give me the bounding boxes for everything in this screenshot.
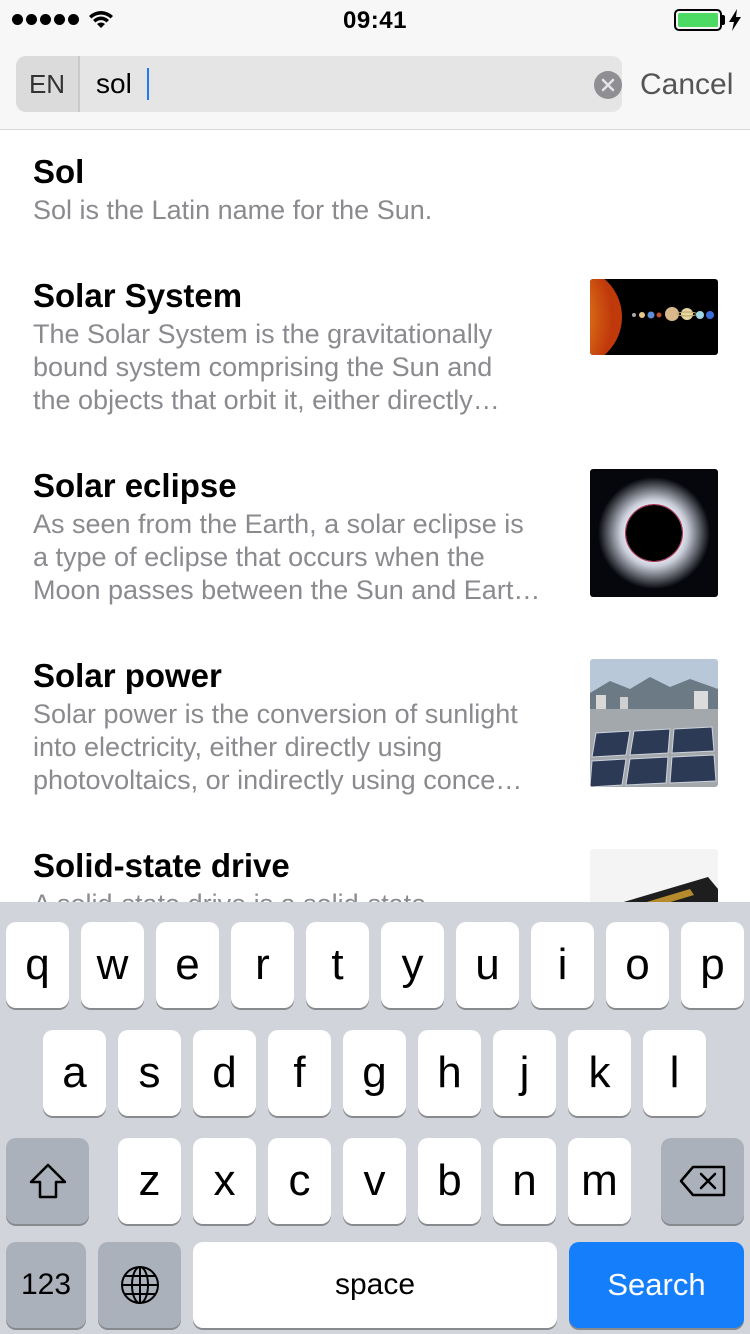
charging-icon [729,9,741,31]
result-item-solar-power[interactable]: Solar power Solar power is the conversio… [0,636,750,826]
key-n[interactable]: n [493,1138,556,1224]
result-description: The Solar System is the gravitationally … [33,319,500,415]
shift-icon [29,1163,66,1199]
result-description: Solar power is the conversion of sunligh… [33,699,523,795]
key-c[interactable]: c [268,1138,331,1224]
solar-panels-thumbnail [590,659,718,787]
results-list: Sol Sol is the Latin name for the Sun. S… [0,131,750,902]
key-h[interactable]: h [418,1030,481,1116]
key-a[interactable]: a [43,1030,106,1116]
key-o[interactable]: o [606,922,669,1008]
key-d[interactable]: d [193,1030,256,1116]
result-description: Sol is the Latin name for the Sun. [33,195,433,225]
key-w[interactable]: w [81,922,144,1008]
result-description: As seen from the Earth, a solar eclipse … [33,509,541,605]
backspace-icon [679,1165,725,1197]
cancel-button[interactable]: Cancel [640,68,733,102]
key-y[interactable]: y [381,922,444,1008]
key-z[interactable]: z [118,1138,181,1224]
key-k[interactable]: k [568,1030,631,1116]
search-field[interactable]: EN [16,56,622,112]
result-item-sol[interactable]: Sol Sol is the Latin name for the Sun. [0,131,750,256]
key-m[interactable]: m [568,1138,631,1224]
key-v[interactable]: v [343,1138,406,1224]
search-header: EN Cancel [0,40,750,130]
result-item-solar-system[interactable]: Solar System The Solar System is the gra… [0,256,750,446]
status-bar: 09:41 [0,0,750,40]
result-title: Solid-state drive [33,847,290,884]
result-item-solar-eclipse[interactable]: Solar eclipse As seen from the Earth, a … [0,446,750,636]
space-key[interactable]: space [193,1242,557,1328]
key-j[interactable]: j [493,1030,556,1116]
ssd-thumbnail [590,849,718,902]
status-time: 09:41 [343,7,407,34]
search-key[interactable]: Search [569,1242,744,1328]
globe-key[interactable] [98,1242,181,1328]
result-title: Solar System [33,277,243,314]
result-item-solid-state-drive[interactable]: Solid-state drive A solid-state drive is… [0,826,750,902]
key-l[interactable]: l [643,1030,706,1116]
globe-icon [120,1266,159,1304]
key-b[interactable]: b [418,1138,481,1224]
search-input[interactable] [96,56,576,112]
result-title: Sol [33,153,85,190]
key-r[interactable]: r [231,922,294,1008]
clear-icon[interactable] [594,71,622,99]
solar-eclipse-thumbnail [590,469,718,597]
key-x[interactable]: x [193,1138,256,1224]
backspace-key[interactable] [661,1138,744,1224]
result-title: Solar eclipse [33,467,237,504]
key-g[interactable]: g [343,1030,406,1116]
key-s[interactable]: s [118,1030,181,1116]
key-q[interactable]: q [6,922,69,1008]
keyboard: q w e r t y u i o p a s d f g h j k l z … [0,902,750,1334]
language-button[interactable]: EN [16,56,80,112]
key-i[interactable]: i [531,922,594,1008]
key-u[interactable]: u [456,922,519,1008]
key-p[interactable]: p [681,922,744,1008]
key-t[interactable]: t [306,922,369,1008]
battery-tip [722,15,725,25]
shift-key[interactable] [6,1138,89,1224]
result-description: A solid-state drive is a solid-state [33,888,573,902]
key-e[interactable]: e [156,922,219,1008]
battery-icon [674,9,722,31]
numbers-key[interactable]: 123 [6,1242,86,1328]
solar-system-thumbnail [590,279,718,355]
result-title: Solar power [33,657,222,694]
key-f[interactable]: f [268,1030,331,1116]
text-caret [147,68,149,100]
